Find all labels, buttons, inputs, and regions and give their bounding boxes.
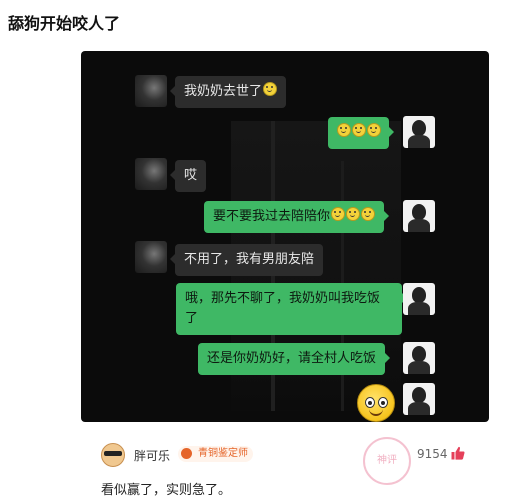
message-text: 了 <box>185 311 199 326</box>
message-text: 要不要我过去陪陪你 <box>213 209 331 224</box>
big-smile-emoji-icon <box>357 384 395 422</box>
my-avatar <box>403 116 435 148</box>
commenter-avatar[interactable] <box>101 443 125 467</box>
message-bubble-outgoing: 哦，那先不聊了，我奶奶叫我吃饭 了 <box>176 283 407 335</box>
comment-text: 看似赢了，实则急了。 <box>101 483 232 498</box>
her-avatar <box>135 158 167 190</box>
featured-comment-stamp: 神评 <box>363 437 411 485</box>
message-bubble-outgoing: 还是你奶奶好，请全村人吃饭 <box>198 343 391 375</box>
message-text: 不用了，我有男朋友陪 <box>184 252 315 267</box>
crying-emoji-icon <box>263 82 278 96</box>
top-comment: 胖可乐 青铜鉴定师 神评 9154 看似赢了，实则急了。 <box>95 433 473 502</box>
my-avatar <box>403 200 435 232</box>
my-avatar <box>403 342 435 374</box>
her-avatar <box>135 75 167 107</box>
my-avatar <box>403 383 435 415</box>
message-bubble-incoming: 哎 <box>169 160 207 192</box>
commenter-name[interactable]: 胖可乐 <box>134 447 170 464</box>
smile-emoji-icon <box>352 123 366 137</box>
message-text: 哦，那先不聊了，我奶奶叫我吃饭 <box>185 291 381 306</box>
smile-emoji-icon <box>367 123 381 137</box>
smile-emoji-icon <box>361 207 376 221</box>
post-title: 舔狗开始咬人了 <box>8 14 121 33</box>
message-bubble-outgoing <box>328 117 394 149</box>
message-text: 哎 <box>184 168 198 183</box>
reviewer-badge: 青铜鉴定师 <box>178 446 253 462</box>
message-text: 我奶奶去世了 <box>184 84 263 99</box>
smile-emoji-icon <box>346 207 361 221</box>
message-bubble-incoming: 不用了，我有男朋友陪 <box>169 244 324 276</box>
like-count: 9154 <box>417 447 448 461</box>
smile-emoji-icon <box>331 207 346 221</box>
message-bubble-incoming: 我奶奶去世了 <box>169 76 287 108</box>
message-text: 还是你奶奶好，请全村人吃饭 <box>207 351 377 366</box>
chat-screenshot: 我奶奶去世了 哎 要不要我过去陪陪你 不用了，我有男朋友陪 哦，那先不聊了，我奶… <box>81 51 489 422</box>
message-bubble-outgoing: 要不要我过去陪陪你 <box>204 201 390 233</box>
her-avatar <box>135 241 167 273</box>
my-avatar <box>403 283 435 315</box>
thumbs-up-icon[interactable] <box>451 446 465 460</box>
smile-emoji-icon <box>337 123 351 137</box>
